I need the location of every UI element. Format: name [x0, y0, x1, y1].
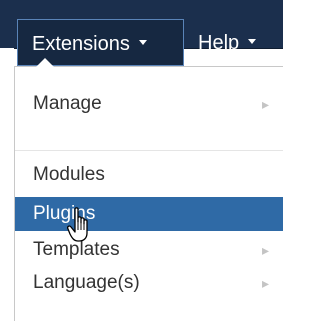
top-navbar: Extensions Help: [0, 0, 283, 66]
menu-item-label: Plugins: [33, 203, 96, 224]
menu-item-label: Manage: [33, 93, 102, 114]
nav-help-menu[interactable]: Help: [198, 32, 257, 54]
chevron-right-icon: ▸: [262, 96, 270, 112]
menu-item-templates[interactable]: Templates ▸: [15, 233, 283, 267]
extensions-dropdown-menu: Manage ▸ Modules Plugins Templates ▸ Lan…: [14, 66, 283, 321]
menu-item-label: Templates: [33, 239, 120, 260]
dropdown-pointer-arrow: [36, 58, 54, 67]
caret-down-icon: [248, 39, 257, 45]
chevron-right-icon: ▸: [262, 275, 270, 291]
menu-item-plugins[interactable]: Plugins: [15, 197, 283, 231]
nav-extensions-label: Extensions: [32, 33, 130, 55]
menu-divider: [15, 150, 283, 151]
menu-item-label: Modules: [33, 164, 105, 185]
menu-item-languages[interactable]: Language(s) ▸: [15, 266, 283, 300]
page-background-strip: [0, 48, 14, 321]
screenshot-stage: Extensions Help Manage ▸ Modules Plugins…: [0, 0, 283, 321]
menu-item-manage[interactable]: Manage ▸: [15, 87, 283, 121]
caret-down-icon: [138, 40, 147, 46]
chevron-right-icon: ▸: [262, 242, 270, 258]
nav-help-label: Help: [198, 32, 240, 54]
menu-item-label: Language(s): [33, 272, 140, 293]
menu-item-modules[interactable]: Modules: [15, 158, 283, 192]
